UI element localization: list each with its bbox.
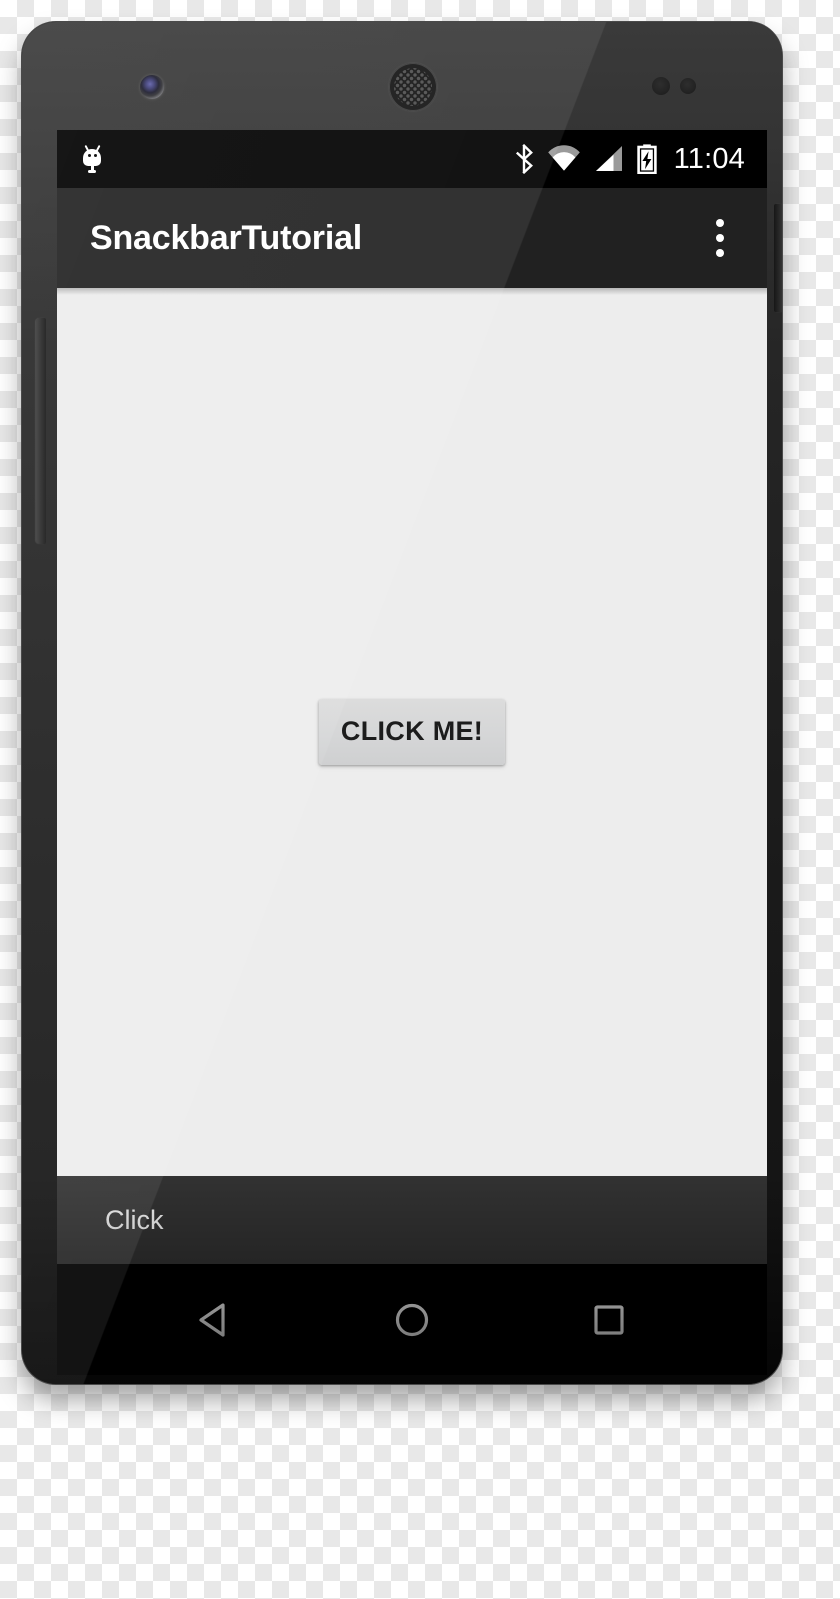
home-button[interactable]	[364, 1264, 460, 1375]
status-bar-system-icons: 11:04	[514, 143, 745, 176]
content-area: CLICK ME!	[57, 288, 767, 1176]
wifi-icon	[547, 145, 580, 171]
android-notification-icon	[81, 144, 103, 174]
navigation-bar	[57, 1264, 767, 1375]
status-bar-notifications	[81, 144, 514, 174]
triangle-left-icon	[199, 1302, 225, 1337]
power-button[interactable]	[774, 204, 782, 312]
back-button[interactable]	[167, 1264, 263, 1375]
status-bar: 11:04	[57, 130, 767, 188]
snackbar-message: Click	[105, 1204, 164, 1235]
front-camera-icon	[140, 75, 164, 99]
circle-icon	[395, 1303, 429, 1336]
recents-button[interactable]	[561, 1264, 657, 1375]
click-me-button[interactable]: CLICK ME!	[318, 699, 506, 765]
light-sensor-icon	[680, 78, 696, 94]
phone-screen: 11:04 SnackbarTutorial CLICK ME! Click	[57, 130, 767, 1375]
proximity-sensor-icon	[652, 77, 670, 95]
battery-charging-icon	[636, 144, 657, 174]
status-bar-clock: 11:04	[673, 142, 745, 175]
app-bar: SnackbarTutorial	[57, 188, 767, 288]
phone-device-frame: 11:04 SnackbarTutorial CLICK ME! Click	[22, 22, 782, 1384]
cellular-signal-icon	[595, 146, 622, 171]
bluetooth-icon	[515, 144, 533, 174]
earpiece-speaker-icon	[389, 63, 437, 111]
volume-rocker-button[interactable]	[36, 318, 46, 544]
transparent-background: 11:04 SnackbarTutorial CLICK ME! Click	[0, 0, 840, 1599]
overflow-menu-icon[interactable]	[697, 208, 743, 268]
app-title: SnackbarTutorial	[90, 218, 363, 257]
overflow-dot	[716, 219, 724, 227]
overflow-dot	[716, 249, 724, 257]
overflow-dot	[716, 234, 724, 242]
square-icon	[594, 1304, 624, 1335]
snackbar[interactable]: Click	[57, 1176, 767, 1264]
